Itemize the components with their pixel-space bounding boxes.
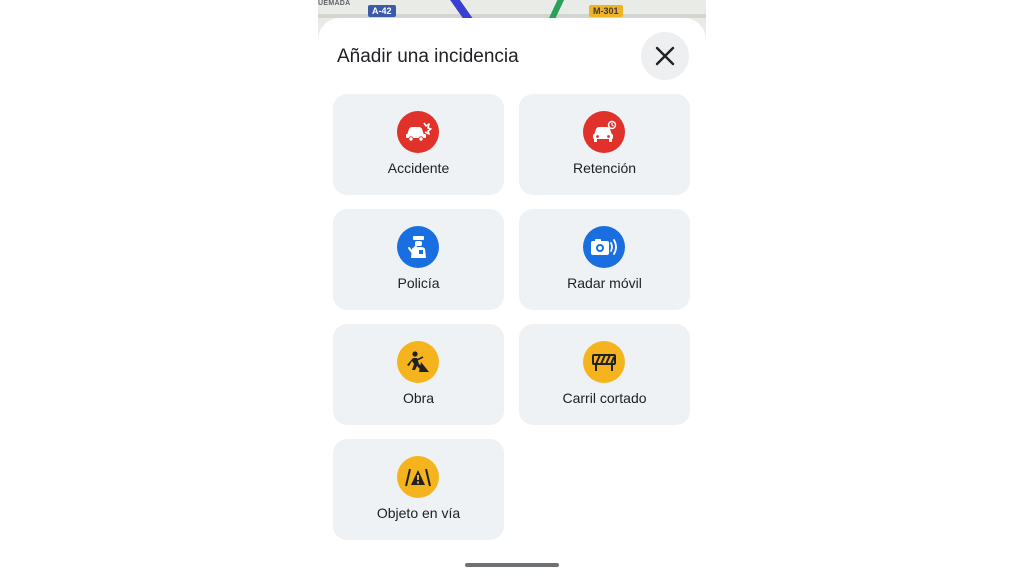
traffic-jam-icon [583, 111, 625, 153]
incident-label: Objeto en vía [376, 505, 461, 521]
incident-roadworks[interactable]: Obra [333, 324, 504, 425]
incident-lane-closed[interactable]: Carril cortado [519, 324, 690, 425]
incident-label: Radar móvil [567, 275, 642, 291]
highway-shield: A-42 [368, 5, 396, 17]
incident-label: Policía [397, 275, 440, 291]
incident-speed-camera[interactable]: Radar móvil [519, 209, 690, 310]
police-icon [397, 226, 439, 268]
roadworks-icon [397, 341, 439, 383]
incident-accident[interactable]: Accidente [333, 94, 504, 195]
close-icon [655, 46, 675, 66]
car-crash-icon [397, 111, 439, 153]
speed-camera-icon [583, 226, 625, 268]
incident-traffic-jam[interactable]: Retención [519, 94, 690, 195]
map-place-label: UEMADA [318, 0, 351, 7]
incident-label: Obra [402, 390, 435, 406]
report-incident-sheet: Añadir una incidencia Accidente Retenció… [318, 18, 706, 576]
incident-label: Retención [572, 160, 637, 176]
close-button[interactable] [641, 32, 689, 80]
road-shield: M-301 [589, 5, 623, 17]
sheet-title: Añadir una incidencia [337, 46, 519, 67]
incident-label: Accidente [387, 160, 450, 176]
incident-object-on-road[interactable]: Objeto en vía [333, 439, 504, 540]
lane-closed-icon [583, 341, 625, 383]
incident-label: Carril cortado [562, 390, 647, 406]
phone-screen: UEMADA A-42 M-301 Añadir una incidencia … [318, 0, 706, 576]
incident-police[interactable]: Policía [333, 209, 504, 310]
object-on-road-icon [397, 456, 439, 498]
home-indicator[interactable] [465, 563, 559, 567]
